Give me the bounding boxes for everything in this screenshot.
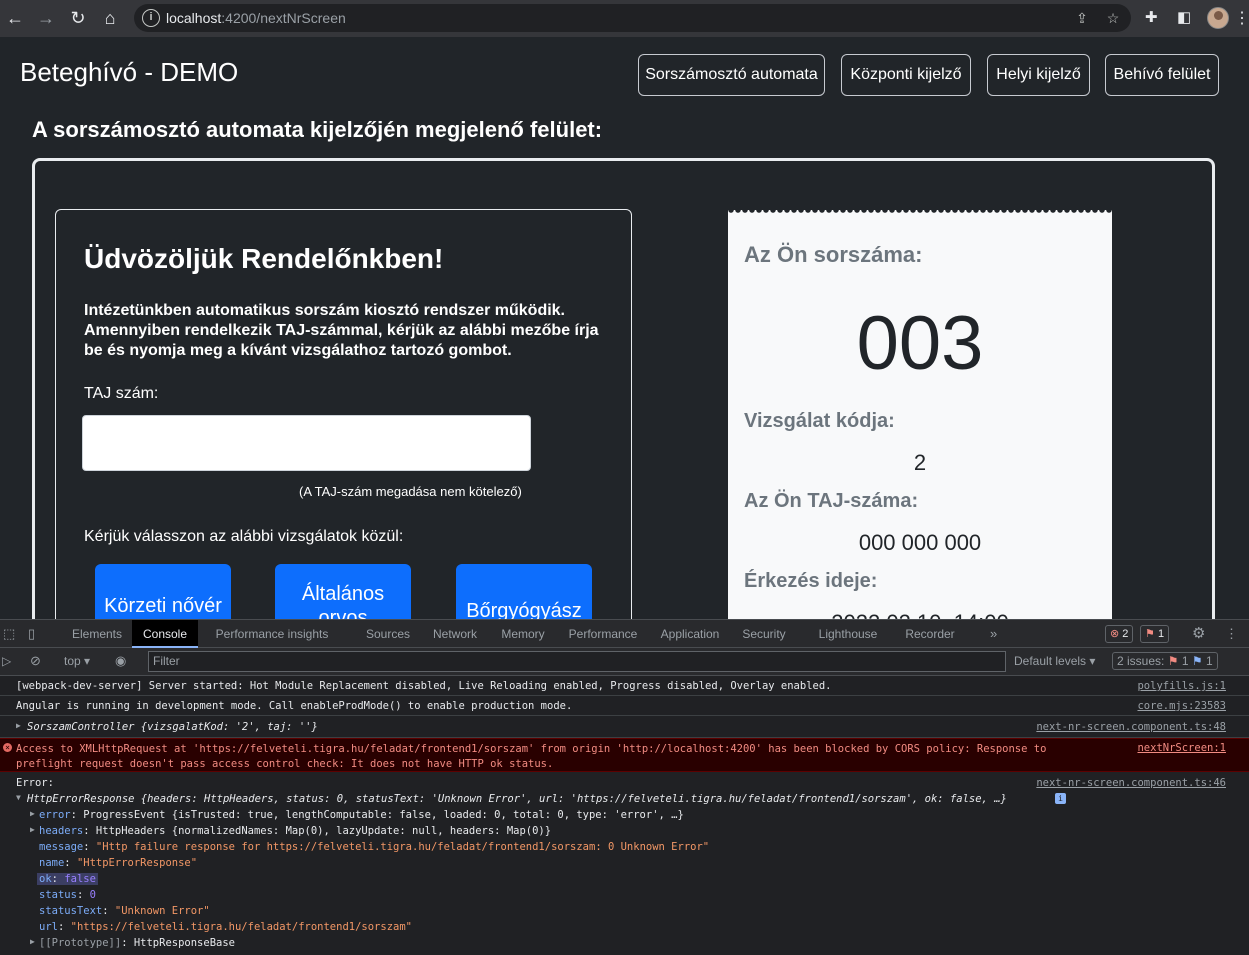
console-error-message: × Access to XMLHttpRequest at 'https://f… [0,738,1249,772]
arrival-label: Érkezés ideje: [744,570,878,592]
log-levels-dropdown[interactable]: Default levels ▾ [1014,654,1095,668]
arrival-value: 2022.02.10. 14:00 [728,610,1112,619]
property-url: url: "https://felveteli.tigra.hu/feladat… [39,921,412,933]
tab-network[interactable]: Network [424,620,486,648]
ticket-number: 003 [856,301,984,386]
source-link[interactable]: nextNrScreen:1 [1137,742,1226,754]
site-info-icon[interactable]: i [142,9,160,27]
context-select[interactable]: top ▾ [64,654,90,668]
exam-button-general-doctor[interactable]: Általános orvos [275,564,411,619]
taj-label: TAJ szám: [84,385,159,402]
inspect-icon[interactable]: ⬚ [3,626,15,642]
property-status: status: 0 [39,889,96,901]
live-expression-eye-icon[interactable]: ◉ [115,653,126,669]
source-link[interactable]: core.mjs:23583 [1137,700,1226,712]
share-icon[interactable]: ⇪ [1073,9,1091,27]
source-link[interactable]: next-nr-screen.component.ts:48 [1036,721,1226,733]
property-name: name: "HttpErrorResponse" [39,857,198,869]
clear-console-icon[interactable]: ⊘ [30,653,41,669]
device-toggle-icon[interactable]: ▯ [28,626,35,642]
console-message[interactable]: ▶ SorszamController {vizsgalatKod: '2', … [0,716,1249,738]
address-bar[interactable]: i localhost:4200/nextNrScreen ⇪ ☆ [134,4,1131,32]
forward-icon[interactable]: → [34,6,58,30]
ticket-number-label: Az Ön sorszáma: [744,242,923,267]
property-ok: ok: false [37,873,98,885]
source-link[interactable]: next-nr-screen.component.ts:46 [1036,777,1226,789]
url-text: localhost:4200/nextNrScreen [166,10,346,26]
kiosk-panel: Üdvözöljük Rendelőnkben! Intézetünkben a… [55,209,632,619]
choose-exam-text: Kérjük válasszon az alábbi vizsgálatok k… [84,528,404,545]
object-summary[interactable]: HttpErrorResponse {headers: HttpHeaders,… [27,793,1007,805]
welcome-heading: Üdvözöljük Rendelőnkben! [84,243,444,274]
tab-recorder[interactable]: Recorder [892,620,968,648]
reload-icon[interactable]: ↻ [66,6,90,30]
tab-performance[interactable]: Performance [562,620,644,648]
property-prototype[interactable]: [[Prototype]]: HttpResponseBase [39,937,235,949]
page-subtitle: A sorszámosztó automata kijelzőjén megje… [32,117,603,142]
console-output: [webpack-dev-server] Server started: Hot… [0,676,1249,955]
expand-triangle-icon[interactable]: ▶ [16,721,21,730]
exam-button-district-nurse[interactable]: Körzeti nővér [95,564,231,619]
tab-application[interactable]: Application [652,620,728,648]
property-statusText: statusText: "Unknown Error" [39,905,210,917]
page-content: Beteghívó - DEMO Sorszámosztó automata K… [0,37,1249,619]
console-filter-bar: ▷ ⊘ top ▾ ◉ Filter Default levels ▾ 2 is… [0,648,1249,676]
nav-button-call-interface[interactable]: Behívó felület [1105,54,1219,96]
ticket-taj-label: Az Ön TAJ-száma: [744,490,919,512]
error-count-badge[interactable]: ⊗ 2 [1105,625,1134,643]
extensions-icon[interactable]: ✚ [1145,8,1158,26]
back-icon[interactable]: ← [3,6,27,30]
more-tabs-icon[interactable]: » [990,626,997,641]
tab-sources[interactable]: Sources [356,620,420,648]
nav-button-central-display[interactable]: Központi kijelző [841,54,971,96]
devtools-menu-icon[interactable]: ⋮ [1225,626,1238,642]
tab-lighthouse[interactable]: Lighthouse [812,620,884,648]
console-message: [webpack-dev-server] Server started: Hot… [0,676,1249,696]
console-message: Angular is running in development mode. … [0,696,1249,716]
expand-triangle-icon[interactable]: ▶ [30,937,35,946]
collapse-triangle-icon[interactable]: ▼ [16,793,21,802]
exam-code-value: 2 [913,450,927,475]
intro-text: Intézetünkben automatikus sorszám kioszt… [84,302,599,359]
tab-memory[interactable]: Memory [492,620,554,648]
nav-button-local-display[interactable]: Helyi kijelző [987,54,1090,96]
ticket-panel: Az Ön sorszáma: 003 Vizsgálat kódja: 2 A… [728,210,1112,619]
taj-hint: (A TAJ-szám megadása nem kötelező) [299,484,522,499]
profile-avatar[interactable] [1207,7,1229,29]
app-brand[interactable]: Beteghívó - DEMO [20,57,238,88]
browser-menu-icon[interactable]: ⋮ [1234,8,1249,28]
devtools-tab-bar: ⬚ ▯ Elements Console Performance insight… [0,620,1249,648]
browser-toolbar: ← → ↻ ⌂ i localhost:4200/nextNrScreen ⇪ … [0,0,1249,37]
settings-gear-icon[interactable]: ⚙ [1192,624,1205,642]
expand-triangle-icon[interactable]: ▶ [30,809,35,818]
devtools-panel: ⬚ ▯ Elements Console Performance insight… [0,619,1249,955]
exam-button-dermatologist[interactable]: Bőrgyógyász [456,564,592,619]
issues-button[interactable]: 2 issues: ⚑ 1 ⚑ 1 [1112,652,1218,670]
property-message: message: "Http failure response for http… [39,841,710,853]
sidebar-toggle-icon[interactable]: ▷ [2,654,11,668]
error-icon: × [3,743,12,752]
tab-elements[interactable]: Elements [62,620,132,648]
tab-security[interactable]: Security [736,620,792,648]
home-icon[interactable]: ⌂ [98,6,122,30]
nav-button-automata[interactable]: Sorszámosztó automata [638,54,825,96]
info-icon[interactable]: i [1055,793,1066,804]
ticket-taj-value: 000 000 000 [858,530,982,555]
tab-console[interactable]: Console [132,620,198,648]
expand-triangle-icon[interactable]: ▶ [30,825,35,834]
bookmark-star-icon[interactable]: ☆ [1104,9,1122,27]
exam-code-label: Vizsgálat kódja: [744,410,895,432]
console-filter-input[interactable]: Filter [148,651,1006,672]
property-error[interactable]: error: ProgressEvent {isTrusted: true, l… [39,809,684,821]
taj-input[interactable] [82,415,531,471]
side-panel-icon[interactable]: ◧ [1177,8,1191,26]
property-headers[interactable]: headers: HttpHeaders {normalizedNames: M… [39,825,551,837]
console-message: Error: next-nr-screen.component.ts:46 ▼ … [16,777,1226,949]
tab-performance-insights[interactable]: Performance insights [198,620,346,648]
ticket-perforation [728,210,1112,215]
source-link[interactable]: polyfills.js:1 [1137,680,1226,692]
warning-count-badge[interactable]: ⚑ 1 [1140,625,1170,643]
